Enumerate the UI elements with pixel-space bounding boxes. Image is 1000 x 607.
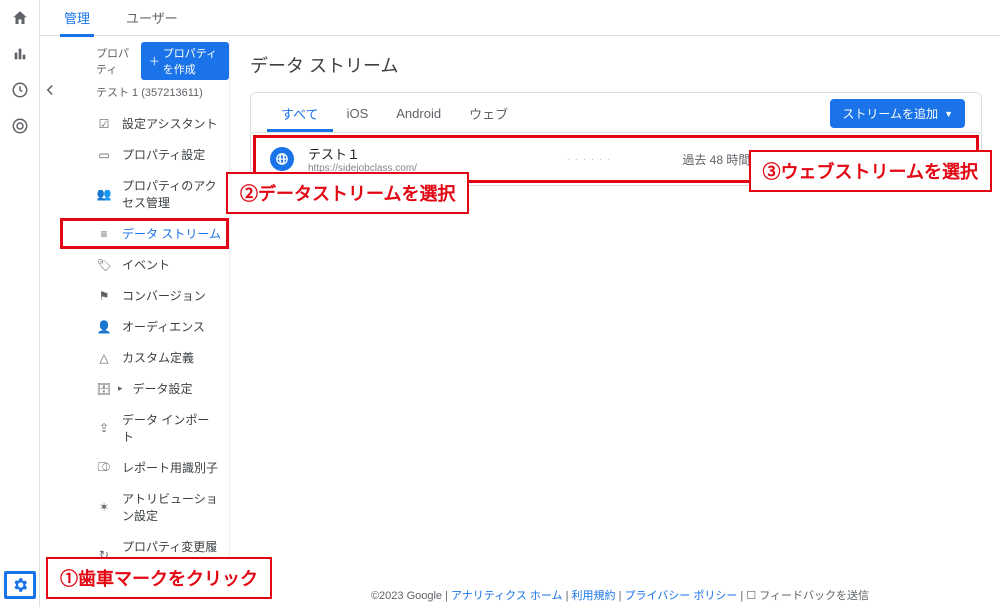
gear-icon [11,576,29,594]
add-stream-button[interactable]: ストリームを追加▼ [830,99,965,128]
menu-data-settings[interactable]: 🗄▸データ設定 [60,373,229,404]
footer-privacy-link[interactable]: プライバシー ポリシー [625,590,738,602]
tab-all[interactable]: すべて [267,93,333,132]
footer-home-link[interactable]: アナリティクス ホーム [451,590,563,602]
page-title: データ ストリーム [250,52,982,78]
stream-type-tabs: すべて iOS Android ウェブ ストリームを追加▼ [251,93,981,133]
id-icon: ⎄ [96,460,112,476]
main-content: データ ストリーム すべて iOS Android ウェブ ストリームを追加▼ … [240,40,992,579]
tag-icon: 🏷 [96,257,112,273]
back-button[interactable] [40,80,60,100]
footer-feedback[interactable]: ☐ フィードバックを送信 [746,590,869,602]
annotation-1: ①歯車マークをクリック [46,557,272,599]
menu-access-mgmt[interactable]: 👥プロパティのアクセス管理 [60,170,229,218]
admin-gear-button[interactable] [4,571,36,599]
top-tabs: 管理 ユーザー [40,0,1000,36]
property-label: プロパティ [96,45,135,77]
tab-android[interactable]: Android [382,95,455,130]
tab-user[interactable]: ユーザー [122,0,182,37]
menu-property-settings[interactable]: ▭プロパティ設定 [60,139,229,170]
audience-icon: 👤 [96,319,112,335]
explore-icon[interactable] [10,80,30,100]
menu-report-id[interactable]: ⎄レポート用識別子 [60,452,229,483]
footer: ©2023 Google | アナリティクス ホーム | 利用規約 | プライバ… [240,587,1000,603]
menu-custom-def[interactable]: △カスタム定義 [60,342,229,373]
menu-events[interactable]: 🏷イベント [60,249,229,280]
menu-audiences[interactable]: 👤オーディエンス [60,311,229,342]
custom-icon: △ [96,350,112,366]
property-name: テスト 1 (357213611) [60,84,229,100]
import-icon: ⇪ [96,420,112,436]
tab-admin[interactable]: 管理 [60,0,94,37]
menu-setup-assistant[interactable]: ☑設定アシスタント [60,108,229,139]
checklist-icon: ☑ [96,116,112,132]
stream-name: テスト１ [308,144,508,163]
people-icon: 👥 [96,186,112,202]
stream-id-redacted: · · · · · · [522,154,656,165]
annotation-2: ②データストリームを選択 [226,172,469,214]
data-icon: 🗄 [96,381,112,397]
chevron-down-icon: ▼ [944,109,953,119]
annotation-3: ③ウェブストリームを選択 [749,150,992,192]
web-stream-icon [270,147,294,171]
chevron-right-icon: ▸ [118,383,123,394]
property-sidebar: プロパティ ＋プロパティを作成 テスト 1 (357213611) ☑設定アシス… [60,40,230,579]
stream-icon: ≡ [96,226,112,242]
tab-ios[interactable]: iOS [333,95,383,130]
reports-icon[interactable] [10,44,30,64]
create-property-button[interactable]: ＋プロパティを作成 [141,42,229,80]
home-icon[interactable] [10,8,30,28]
left-nav-rail [0,0,40,607]
menu-data-import[interactable]: ⇪データ インポート [60,404,229,452]
tab-web[interactable]: ウェブ [455,93,522,132]
menu-conversions[interactable]: ⚑コンバージョン [60,280,229,311]
flag-icon: ⚑ [96,288,112,304]
settings-panel-icon: ▭ [96,147,112,163]
menu-data-streams[interactable]: ≡データ ストリーム [60,218,229,249]
advertising-icon[interactable] [10,116,30,136]
footer-terms-link[interactable]: 利用規約 [572,590,616,602]
attribution-icon: ✶ [96,499,112,515]
menu-attribution[interactable]: ✶アトリビューション設定 [60,483,229,531]
